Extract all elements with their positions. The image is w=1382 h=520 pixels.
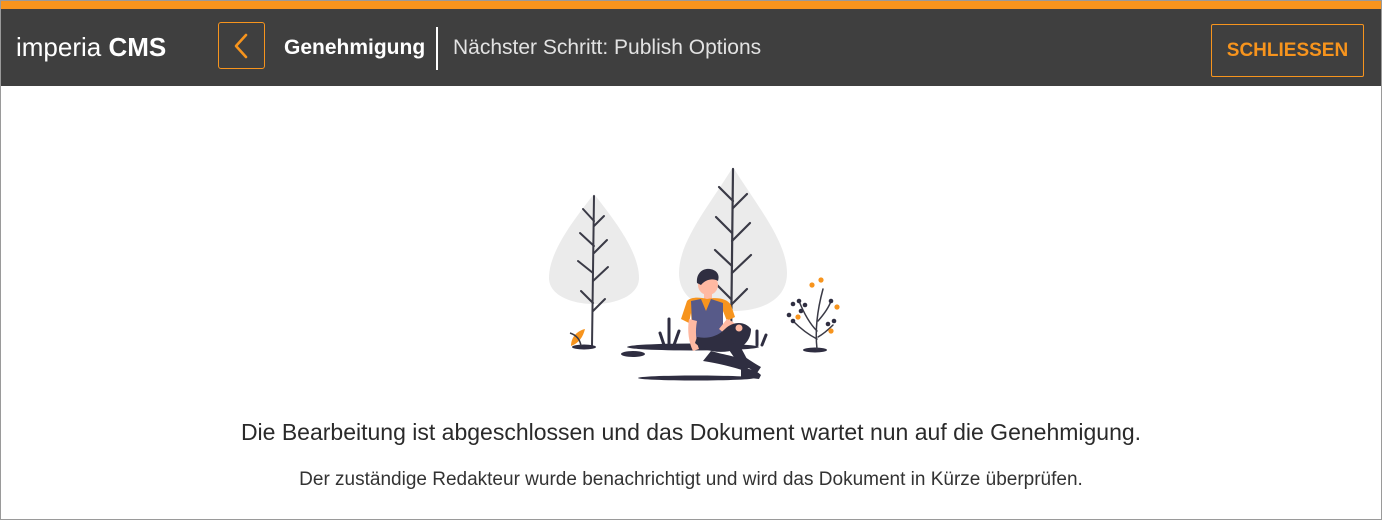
close-button[interactable]: SCHLIESSEN (1211, 24, 1364, 77)
accent-bar (1, 1, 1381, 9)
app-window: imperia CMS Genehmigung Nächster Schritt… (0, 0, 1382, 520)
completion-subline: Der zuständige Redakteur wurde benachric… (299, 469, 1083, 490)
header-bar: imperia CMS Genehmigung Nächster Schritt… (1, 9, 1381, 86)
back-button[interactable] (218, 22, 265, 69)
page-title: Genehmigung (284, 36, 426, 59)
completion-headline: Die Bearbeitung ist abgeschlossen und da… (240, 419, 1142, 445)
logo-text-light: imperia (16, 32, 102, 62)
logo-text-bold: CMS (108, 32, 167, 62)
header-divider (436, 27, 438, 70)
chevron-left-icon (234, 33, 247, 58)
imperia-logo: imperia CMS (16, 30, 166, 64)
next-step-label: Nächster Schritt: Publish Options (453, 36, 762, 59)
person-sitting-under-trees-illustration (549, 167, 840, 381)
